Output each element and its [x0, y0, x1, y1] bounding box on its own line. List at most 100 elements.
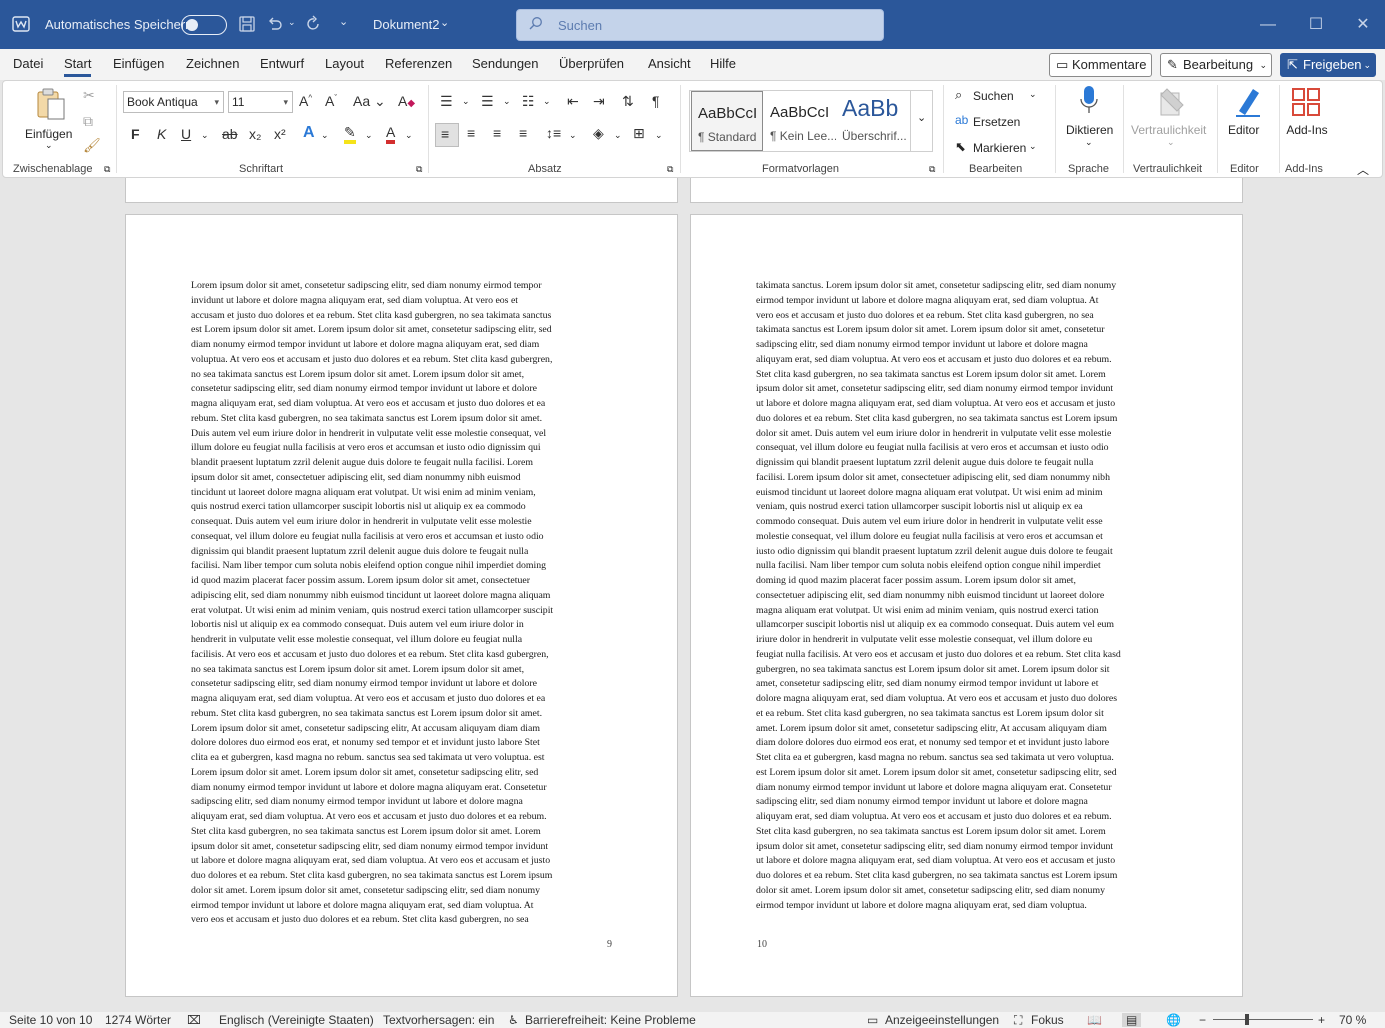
text-line[interactable]: facilisis. At vero eos et accusam et jus… — [191, 648, 621, 663]
find-button[interactable]: ⌕ Suchen ⌄ — [953, 87, 1043, 107]
tab-referenzen[interactable]: Referenzen — [385, 56, 452, 71]
word-app-icon[interactable] — [12, 15, 30, 36]
paragraph-launcher-icon[interactable]: ⧉ — [667, 164, 673, 175]
shrink-font-icon[interactable]: Aˇ — [325, 93, 337, 109]
read-mode-icon[interactable]: 📖 — [1087, 1013, 1102, 1027]
text-predictions-status[interactable]: Textvorhersagen: ein — [383, 1013, 494, 1027]
styles-more-button[interactable]: ⌄ — [910, 91, 932, 151]
borders-icon[interactable]: ⊞ — [633, 125, 645, 142]
text-line[interactable]: duo dolores et ea rebum. Stet clita kasd… — [756, 869, 1186, 884]
text-line[interactable]: invidunt ut labore et dolore magna aliqu… — [191, 294, 621, 309]
italic-button[interactable]: K — [157, 126, 166, 142]
text-line[interactable]: diam nonumy eirmod tempor invidunt ut la… — [191, 781, 621, 796]
text-line[interactable]: consetetur sadipscing elitr, sed diam no… — [191, 382, 621, 397]
text-line[interactable]: clita ea et gubergren, kasd magna no reb… — [191, 751, 621, 766]
text-line[interactable]: duo dolores et ea rebum. Stet clita kasd… — [756, 412, 1186, 427]
text-line[interactable]: magna aliquyam erat, sed diam voluptua. … — [191, 692, 621, 707]
tab-sendungen[interactable]: Sendungen — [472, 56, 539, 71]
justify-icon[interactable]: ≡ — [519, 125, 527, 141]
display-settings-button[interactable]: Anzeigeeinstellungen — [885, 1013, 999, 1027]
numbering-chevron-icon[interactable]: ⌄ — [503, 96, 511, 107]
bullets-icon[interactable]: ☰ — [440, 93, 453, 110]
text-line[interactable]: rebum. Stet clita kasd gubergren, no sea… — [191, 707, 621, 722]
copy-icon[interactable]: ⧉ — [83, 113, 93, 130]
tab-datei[interactable]: Datei — [13, 56, 43, 71]
text-line[interactable]: diam dolore dolores duo eirmod eos erat,… — [756, 736, 1186, 751]
zoom-slider-thumb[interactable] — [1245, 1014, 1249, 1025]
focus-button[interactable]: Fokus — [1031, 1013, 1064, 1027]
text-line[interactable]: diam nonumy eirmod tempor invidunt ut la… — [756, 781, 1186, 796]
text-line[interactable]: ut labore et dolore magna aliquyam erat,… — [756, 397, 1186, 412]
text-line[interactable]: sadipscing elitr, sed diam nonumy eirmod… — [756, 795, 1186, 810]
font-size-dropdown[interactable]: 11 ▾ — [228, 91, 293, 113]
editing-mode-button[interactable]: ✎ Bearbeitung ⌄ — [1160, 53, 1272, 77]
collapse-ribbon-icon[interactable]: ︿ — [1357, 161, 1369, 178]
minimize-button[interactable]: — — [1245, 12, 1291, 38]
text-line[interactable]: vero eos et accusam et justo duo dolores… — [191, 913, 621, 928]
text-line[interactable]: commodo consequat. Duis autem vel eum ir… — [756, 515, 1186, 530]
page-9-body[interactable]: Lorem ipsum dolor sit amet, consetetur s… — [191, 279, 621, 928]
maximize-button[interactable]: ☐ — [1293, 12, 1339, 38]
text-line[interactable]: consequat, vel illum dolore eu feugiat n… — [191, 530, 621, 545]
undo-dropdown-icon[interactable]: ⌄ — [288, 17, 296, 28]
text-line[interactable]: ipsum dolor sit amet, consectetuer adipi… — [191, 471, 621, 486]
text-line[interactable]: Stet clita ea et gubergren, kasd magna n… — [756, 751, 1186, 766]
multilevel-list-icon[interactable]: ☷ — [522, 93, 535, 110]
text-line[interactable]: id quod mazim placerat facer possim assu… — [191, 574, 621, 589]
text-line[interactable]: diam nonumy eirmod tempor invidunt ut la… — [191, 338, 621, 353]
text-line[interactable]: dignissim qui blandit praesent luptatum … — [756, 456, 1186, 471]
text-line[interactable]: amet, consetetur sadipscing elitr, sed d… — [756, 677, 1186, 692]
text-line[interactable]: takimata sanctus est Lorem ipsum dolor s… — [756, 323, 1186, 338]
text-line[interactable]: ipsum dolor sit amet, consetetur sadipsc… — [756, 840, 1186, 855]
text-line[interactable]: dolor sit amet. Lorem ipsum dolor sit am… — [756, 884, 1186, 899]
text-line[interactable]: Stet clita kasd gubergren, no sea takima… — [756, 825, 1186, 840]
text-line[interactable]: adipiscing elit, sed diam nonummy nibh e… — [191, 589, 621, 604]
text-line[interactable]: eirmod tempor invidunt ut labore et dolo… — [756, 294, 1186, 309]
numbering-icon[interactable]: ☰ — [481, 93, 494, 110]
save-icon[interactable] — [238, 15, 256, 36]
text-line[interactable]: vero eos et accusam et justo duo dolores… — [756, 309, 1186, 324]
text-line[interactable]: ipsum dolor sit amet, consetetur sadipsc… — [191, 840, 621, 855]
text-line[interactable]: ipsum dolor sit amet, consetetur sadipsc… — [756, 382, 1186, 397]
text-line[interactable]: Duis autem vel eum iriure dolor in hendr… — [191, 427, 621, 442]
strikethrough-button[interactable]: ab — [222, 126, 238, 142]
text-line[interactable]: aliquyam erat, sed diam voluptua. At ver… — [756, 353, 1186, 368]
text-line[interactable]: consetetur sadipscing elitr, sed diam no… — [191, 677, 621, 692]
text-line[interactable]: sadipscing elitr, sed diam nonumy eirmod… — [191, 795, 621, 810]
font-color-chevron-icon[interactable]: ⌄ — [405, 130, 413, 141]
align-center-icon[interactable]: ≡ — [467, 125, 475, 141]
decrease-indent-icon[interactable]: ⇤ — [567, 93, 579, 110]
line-spacing-chevron-icon[interactable]: ⌄ — [569, 130, 577, 141]
paste-button[interactable]: Einfügen ⌄ — [21, 85, 77, 155]
text-line[interactable]: ut labore et dolore magna aliquyam erat,… — [191, 854, 621, 869]
undo-icon[interactable] — [266, 15, 284, 36]
editor-button[interactable]: Editor — [1225, 85, 1271, 155]
tab-einfuegen[interactable]: Einfügen — [113, 56, 164, 71]
clear-formatting-icon[interactable]: A◆ — [398, 93, 415, 109]
text-line[interactable]: amet. Lorem ipsum dolor sit amet, conset… — [756, 722, 1186, 737]
search-box[interactable]: Suchen — [516, 9, 884, 41]
text-line[interactable]: euismod tincidunt ut laoreet dolore magn… — [756, 486, 1186, 501]
text-line[interactable]: duo dolores et ea rebum. Stet clita kasd… — [191, 869, 621, 884]
increase-indent-icon[interactable]: ⇥ — [593, 93, 605, 110]
text-line[interactable]: doming id quod mazim placerat facer poss… — [756, 574, 1186, 589]
text-line[interactable]: veniam, quis nostrud exerci tation ullam… — [756, 500, 1186, 515]
text-line[interactable]: iriure dolor in hendrerit in vulputate v… — [756, 633, 1186, 648]
text-line[interactable]: tincidunt ut laoreet dolore magna aliqua… — [191, 486, 621, 501]
text-line[interactable]: no sea takimata sanctus est Lorem ipsum … — [191, 368, 621, 383]
word-count[interactable]: 1274 Wörter — [105, 1013, 171, 1027]
text-line[interactable]: facilisi. Lorem ipsum dolor sit amet, co… — [756, 471, 1186, 486]
tab-zeichnen[interactable]: Zeichnen — [186, 56, 239, 71]
print-layout-icon[interactable]: ▤ — [1122, 1013, 1142, 1027]
subscript-button[interactable]: x₂ — [249, 126, 261, 142]
proofing-icon[interactable]: ⌧ — [187, 1013, 201, 1027]
page-count[interactable]: Seite 10 von 10 — [9, 1013, 92, 1027]
share-button[interactable]: ⇱ Freigeben ⌄ — [1280, 53, 1376, 77]
text-effects-chevron-icon[interactable]: ⌄ — [321, 130, 329, 141]
zoom-out-button[interactable]: − — [1199, 1013, 1206, 1027]
select-button[interactable]: ⬉ Markieren ⌄ — [953, 139, 1043, 159]
text-line[interactable]: eirmod tempor invidunt ut labore et dolo… — [191, 899, 621, 914]
text-line[interactable]: et ea rebum. Stet clita kasd gubergren, … — [756, 707, 1186, 722]
language-status[interactable]: Englisch (Vereinigte Staaten) — [219, 1013, 374, 1027]
text-line[interactable]: dolor sit amet. Lorem ipsum dolor sit am… — [191, 884, 621, 899]
